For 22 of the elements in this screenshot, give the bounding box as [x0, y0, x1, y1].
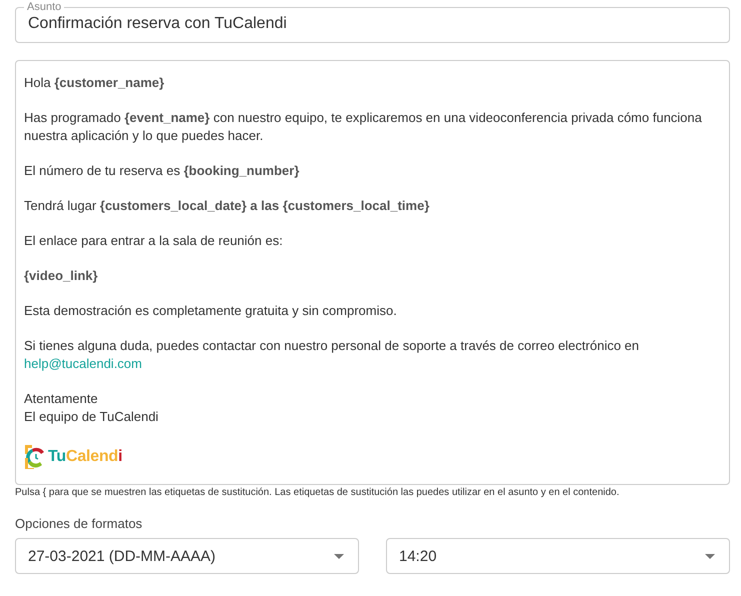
message-text: Has programado {event_name} con nuestro equipo, te explicaremos en una videoconferencia privada cómo funciona nuestra aplicación y lo que puedes hacer.: [24, 109, 703, 145]
caret-icon: [334, 554, 344, 558]
subject-value: Confirmación reserva con TuCalendi: [28, 14, 288, 34]
clock-logo-icon: [24, 444, 46, 470]
message-text: Hola {customer_name}: [24, 74, 166, 92]
message-text: Atentamente: [24, 390, 99, 408]
message-text: Tendrá lugar {customers_local_date} a las {customers_local_time}: [24, 197, 430, 215]
message-editor[interactable]: [15, 60, 730, 485]
hint-text: Pulsa { para que se muestren las etiquetas de sustitución. Las etiquetas de sustitución las puedes utilizar en el asunto y en el contenido.: [15, 487, 620, 499]
logo-wordmark: TuCalendi: [48, 448, 122, 466]
formats-label: Opciones de formatos: [15, 516, 144, 532]
subject-label: Asunto: [26, 1, 62, 13]
format-dropdown[interactable]: 27-03-2021 (DD-MM-AAAA): [15, 538, 359, 574]
message-text: {video_link}: [24, 267, 99, 285]
message-text: Si tienes alguna duda, puedes contactar con nuestro personal de soporte a través de correo electrónico en help@tucalendi.com: [24, 337, 640, 373]
format-dropdown[interactable]: 14:20: [386, 538, 730, 574]
caret-icon: [705, 554, 715, 558]
subject-field[interactable]: Asunto Confirmación reserva con TuCalendi: [15, 1, 730, 43]
message-text: El número de tu reserva es {booking_number}: [24, 162, 300, 180]
message-text: El enlace para entrar a la sala de reunión es:: [24, 232, 284, 250]
message-text: Esta demostración es completamente gratuita y sin compromiso.: [24, 302, 398, 320]
message-text: El equipo de TuCalendi: [24, 408, 160, 426]
